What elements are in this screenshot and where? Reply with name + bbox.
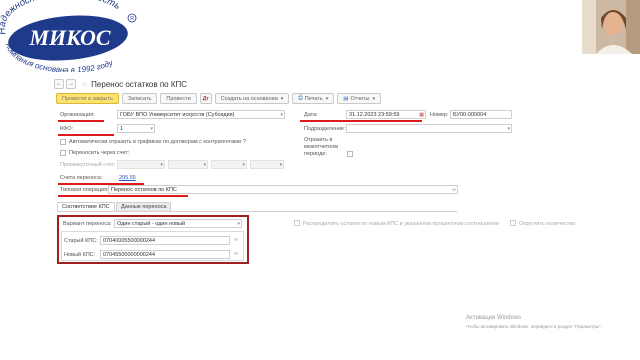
intermediate-account-label: Промежуточный счет: <box>60 162 116 168</box>
back-button[interactable]: ← <box>54 79 64 89</box>
company-logo: Надежность и стабильность R МИКОС Компан… <box>0 0 140 72</box>
organization-value: ГОБУ ВПО Университет искусств (Субсидия) <box>120 111 235 118</box>
report-icon: ▤ <box>343 95 349 102</box>
create-based-on-label: Создать на основании <box>220 95 278 102</box>
chevron-down-icon: ▾ <box>160 161 163 168</box>
operation-value: Перенос остатков по КПС <box>111 186 177 193</box>
chevron-down-icon: ▾ <box>325 95 329 102</box>
reflect-label-2: межотчетном <box>304 144 339 150</box>
chevron-down-icon[interactable]: ▾ <box>280 112 283 118</box>
operation-field[interactable]: Перенос остатков по КПС ∞ <box>108 185 458 194</box>
operation-label: Типовая операция: <box>60 187 109 193</box>
auto-reflect-label: Автоматически отразить в графиках по дог… <box>69 139 241 145</box>
red-underline <box>58 195 188 197</box>
windows-activation-title: Активация Windows <box>466 315 522 321</box>
registered-mark: R <box>130 16 134 22</box>
red-underline <box>300 120 422 122</box>
organization-field[interactable]: ГОБУ ВПО Университет искусств (Субсидия)… <box>117 110 285 119</box>
link-icon[interactable]: ∞ <box>452 187 456 193</box>
organization-label: Организация: <box>60 112 95 118</box>
date-label: Дата: <box>304 112 318 118</box>
chevron-down-icon[interactable]: ▾ <box>507 126 510 132</box>
intermediate-subconto-3[interactable]: ▾ <box>250 160 284 169</box>
round-label: Округлять количество <box>519 221 576 227</box>
distribute-label: Распределить остатки по новым КПС в указ… <box>303 221 499 227</box>
document-movements-button[interactable]: Дт <box>199 93 212 104</box>
kfo-field[interactable]: 1 ▾ <box>117 124 155 133</box>
logo-brand: МИКОС <box>28 25 110 50</box>
new-kps-value: 07045500000000244 <box>103 251 156 258</box>
accounts-label: Счета переноса: <box>60 175 103 181</box>
division-field[interactable]: ▾ <box>346 124 512 133</box>
chevron-down-icon[interactable]: ▾ <box>150 126 153 132</box>
number-value: БУ00-000004 <box>453 111 487 118</box>
new-kps-field[interactable]: 07045500000000244 <box>100 250 230 259</box>
create-based-on-button[interactable]: Создать на основании ▾ <box>214 93 290 104</box>
printer-icon: ⎙ <box>298 95 303 101</box>
new-kps-label: Новый КПС: <box>64 252 96 258</box>
forward-button[interactable]: → <box>66 79 76 89</box>
print-button[interactable]: ⎙ Печать ▾ <box>292 93 335 104</box>
red-underline <box>58 134 114 136</box>
old-kps-label: Старый КПС: <box>64 238 98 244</box>
red-underline <box>58 120 104 122</box>
variant-field[interactable]: Один старый - один новый ▾ <box>114 219 242 228</box>
dt-kt-icon: Дт <box>202 95 209 102</box>
print-label: Печать <box>304 95 323 102</box>
transfer-via-label: Переносить через счет: <box>69 150 130 156</box>
kfo-value: 1 <box>120 125 124 132</box>
chevron-down-icon: ▾ <box>242 161 245 168</box>
date-field[interactable]: 31.12.2023 23:59:59 ▦ <box>346 110 426 119</box>
old-kps-field[interactable]: 07040005500000244 <box>100 236 230 245</box>
number-label: Номер: <box>430 112 449 118</box>
post-button[interactable]: Провести <box>160 93 197 104</box>
reflect-label-3: периоде: <box>304 151 327 157</box>
variant-value: Один старый - один новый <box>117 220 186 227</box>
accounts-link[interactable]: 205.55 <box>119 175 136 181</box>
division-label: Подразделение: <box>304 126 346 132</box>
post-and-close-button[interactable]: Провести и закрыть <box>56 93 119 104</box>
distribute-checkbox[interactable] <box>294 220 300 226</box>
transfer-via-checkbox[interactable] <box>60 150 66 156</box>
date-value: 31.12.2023 23:59:59 <box>349 111 400 118</box>
webcam-overlay <box>582 0 640 54</box>
window-title: Перенос остатков по КПС <box>91 79 188 89</box>
reflect-period-checkbox[interactable] <box>347 151 353 157</box>
calendar-icon[interactable]: ▦ <box>419 112 424 118</box>
window-titlebar: ← → ☆ Перенос остатков по КПС <box>54 78 187 90</box>
favorite-star-icon[interactable]: ☆ <box>81 80 88 89</box>
old-kps-value: 07040005500000244 <box>103 237 156 244</box>
kfo-label: КФО: <box>60 126 74 132</box>
windows-activation-text: Чтобы активировать Windows, перейдите в … <box>466 324 602 329</box>
tabs-divider <box>57 211 457 212</box>
link-icon[interactable]: ∞ <box>234 251 238 257</box>
number-field[interactable]: БУ00-000004 <box>450 110 512 119</box>
toolbar: Провести и закрыть Записать Провести Дт … <box>56 93 384 104</box>
save-button[interactable]: Записать <box>121 93 158 104</box>
chevron-down-icon: ▾ <box>279 161 282 168</box>
chevron-down-icon: ▾ <box>203 161 206 168</box>
intermediate-subconto-2[interactable]: ▾ <box>211 160 247 169</box>
chevron-down-icon[interactable]: ▾ <box>237 221 240 227</box>
round-checkbox[interactable] <box>510 220 516 226</box>
reports-label: Отчеты <box>350 95 370 102</box>
auto-reflect-checkbox[interactable] <box>60 139 66 145</box>
chevron-down-icon: ▾ <box>280 95 284 102</box>
intermediate-account-field[interactable]: ▾ <box>117 160 165 169</box>
arrow-left-icon: ← <box>56 81 62 87</box>
reflect-label-1: Отразить в <box>304 137 333 143</box>
variant-label: Вариант переноса: <box>63 221 112 227</box>
help-icon[interactable]: ? <box>243 139 246 145</box>
link-icon[interactable]: ∞ <box>234 237 238 243</box>
chevron-down-icon: ▾ <box>372 95 375 102</box>
intermediate-subconto-1[interactable]: ▾ <box>168 160 208 169</box>
arrow-right-icon: → <box>68 81 74 87</box>
reports-button[interactable]: ▤ Отчеты ▾ <box>337 93 381 104</box>
